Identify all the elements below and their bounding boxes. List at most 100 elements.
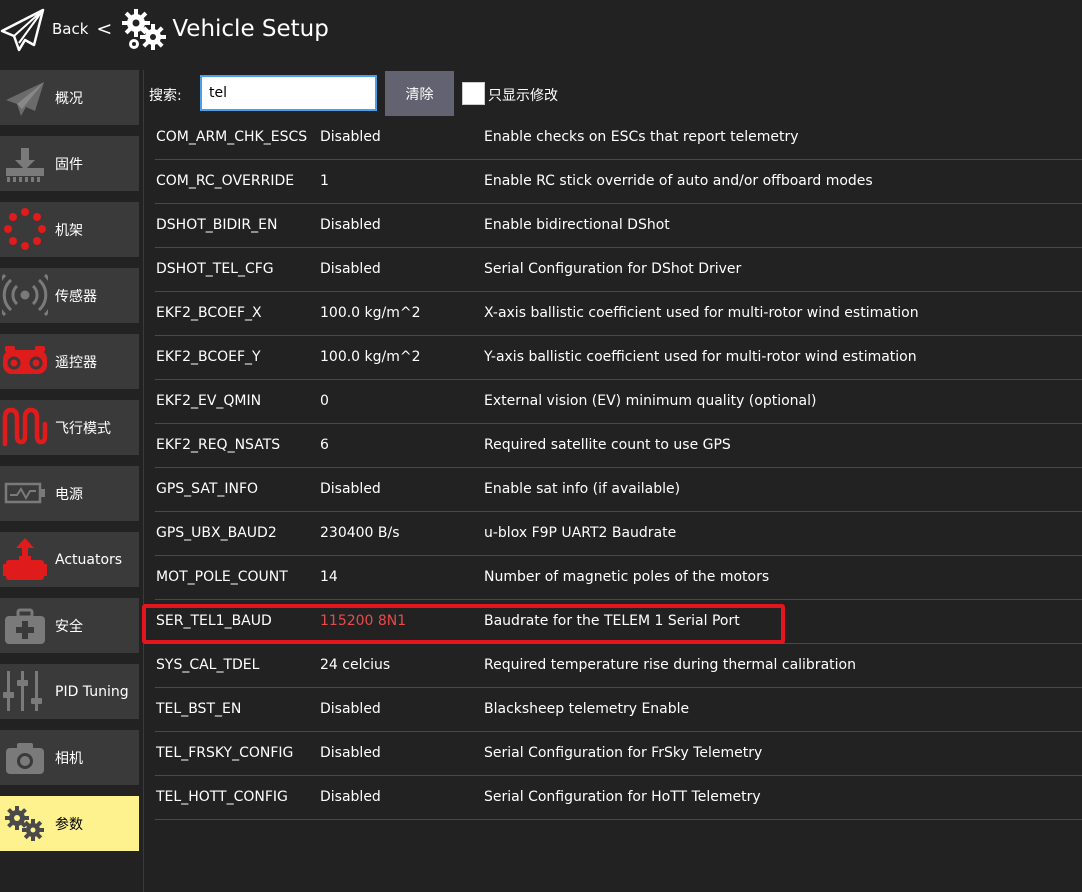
sidebar-item-label: 机架 [55, 222, 83, 239]
table-row[interactable]: EKF2_EV_QMIN 0 External vision (EV) mini… [155, 380, 1082, 424]
param-name: SYS_CAL_TDEL [156, 657, 260, 673]
table-row[interactable]: SYS_CAL_TDEL 24 celcius Required tempera… [155, 644, 1082, 688]
param-name: TEL_FRSKY_CONFIG [156, 745, 294, 761]
sidebar-item-pid-tuning[interactable]: PID Tuning [0, 664, 139, 719]
param-value: 100.0 kg/m^2 [320, 305, 421, 321]
sidebar-item-label: 传感器 [55, 288, 97, 305]
param-value: Disabled [320, 701, 381, 717]
param-value: Disabled [320, 789, 381, 805]
gears-icon [5, 806, 44, 841]
param-description: X-axis ballistic coefficient used for mu… [484, 305, 919, 321]
battery-icon [4, 482, 45, 504]
table-row[interactable]: MOT_POLE_COUNT 14 Number of magnetic pol… [155, 556, 1082, 600]
actuator-icon [3, 538, 47, 580]
param-value: Disabled [320, 129, 381, 145]
table-row[interactable]: COM_ARM_CHK_ESCS Disabled Enable checks … [155, 116, 1082, 160]
sidebar-item-power[interactable]: 电源 [0, 466, 139, 521]
table-row[interactable]: EKF2_BCOEF_Y 100.0 kg/m^2 Y-axis ballist… [155, 336, 1082, 380]
sidebar-item-camera[interactable]: 相机 [0, 730, 139, 785]
first-aid-kit-icon [5, 608, 45, 644]
table-row[interactable]: GPS_SAT_INFO Disabled Enable sat info (i… [155, 468, 1082, 512]
param-name: TEL_HOTT_CONFIG [156, 789, 288, 805]
airframe-dots-icon [4, 208, 46, 250]
sidebar-item-flight-modes[interactable]: 飞行模式 [0, 400, 139, 455]
param-description: Enable sat info (if available) [484, 481, 681, 497]
param-description: Enable bidirectional DShot [484, 217, 670, 233]
sidebar-item-parameters[interactable]: 参数 [0, 796, 139, 851]
sidebar-item-label: 参数 [55, 816, 83, 833]
table-row[interactable]: EKF2_REQ_NSATS 6 Required satellite coun… [155, 424, 1082, 468]
sidebar-item-sensors[interactable]: 传感器 [0, 268, 139, 323]
sidebar-item-label: 电源 [55, 486, 83, 503]
table-row[interactable]: SER_TEL1_BAUD 115200 8N1 Baudrate for th… [155, 600, 1082, 644]
paper-plane-icon [0, 8, 45, 52]
table-row[interactable]: DSHOT_TEL_CFG Disabled Serial Configurat… [155, 248, 1082, 292]
back-label: Back [52, 20, 89, 38]
sidebar-item-label: Actuators [55, 551, 123, 568]
param-name: GPS_SAT_INFO [156, 481, 259, 497]
modified-only-label: 只显示修改 [488, 88, 558, 104]
sidebar-item-radio[interactable]: 遥控器 [0, 334, 139, 389]
param-description: Serial Configuration for HoTT Telemetry [484, 789, 761, 805]
param-name: MOT_POLE_COUNT [156, 569, 288, 585]
table-row[interactable]: EKF2_BCOEF_X 100.0 kg/m^2 X-axis ballist… [155, 292, 1082, 336]
param-name: EKF2_BCOEF_X [156, 305, 262, 321]
param-value: Disabled [320, 481, 381, 497]
sidebar-item-label: 相机 [55, 750, 83, 767]
param-value: 0 [320, 393, 329, 409]
param-description: Enable checks on ESCs that report teleme… [484, 129, 799, 145]
table-row[interactable]: TEL_FRSKY_CONFIG Disabled Serial Configu… [155, 732, 1082, 776]
sidebar-item-airframe[interactable]: 机架 [0, 202, 139, 257]
param-description: Serial Configuration for FrSky Telemetry [484, 745, 763, 761]
search-input[interactable] [200, 75, 377, 111]
sidebar-item-label: 遥控器 [55, 354, 97, 371]
param-name: TEL_BST_EN [156, 701, 242, 717]
sidebar-item-summary[interactable]: 概况 [0, 70, 139, 125]
camera-icon [6, 743, 44, 774]
param-description: External vision (EV) minimum quality (op… [484, 393, 817, 409]
table-row[interactable]: TEL_BST_EN Disabled Blacksheep telemetry… [155, 688, 1082, 732]
sensor-waves-icon [2, 273, 48, 317]
table-row[interactable]: DSHOT_BIDIR_EN Disabled Enable bidirecti… [155, 204, 1082, 248]
sidebar-item-actuators[interactable]: Actuators [0, 532, 139, 587]
flight-mode-wave-icon [2, 407, 48, 447]
sliders-icon [3, 671, 42, 711]
sidebar-item-label: PID Tuning [55, 683, 129, 700]
back-button[interactable]: Back < [0, 5, 112, 53]
param-name: EKF2_EV_QMIN [156, 393, 262, 409]
param-name: DSHOT_BIDIR_EN [156, 217, 278, 233]
param-value: 1 [320, 173, 329, 189]
param-name: COM_RC_OVERRIDE [156, 173, 295, 189]
page-title: Vehicle Setup [172, 16, 329, 42]
param-description: Blacksheep telemetry Enable [484, 701, 690, 717]
param-description: Enable RC stick override of auto and/or … [484, 173, 873, 189]
table-row[interactable]: COM_RC_OVERRIDE 1 Enable RC stick overri… [155, 160, 1082, 204]
param-name: EKF2_BCOEF_Y [156, 349, 261, 365]
param-value-modified: 115200 8N1 [320, 613, 407, 629]
gears-icon [122, 9, 167, 50]
table-row[interactable]: TEL_HOTT_CONFIG Disabled Serial Configur… [155, 776, 1082, 820]
param-description: u-blox F9P UART2 Baudrate [484, 525, 677, 541]
search-label: 搜索: [149, 88, 182, 104]
param-description: Serial Configuration for DShot Driver [484, 261, 742, 277]
table-row[interactable]: GPS_UBX_BAUD2 230400 B/s u-blox F9P UART… [155, 512, 1082, 556]
paper-plane-icon [6, 82, 44, 116]
param-description: Y-axis ballistic coefficient used for mu… [484, 349, 917, 365]
param-name: EKF2_REQ_NSATS [156, 437, 281, 453]
param-value: 100.0 kg/m^2 [320, 349, 421, 365]
param-value: 24 celcius [320, 657, 391, 673]
param-value: 14 [320, 569, 338, 585]
sidebar-item-safety[interactable]: 安全 [0, 598, 139, 653]
sidebar-item-label: 固件 [55, 156, 83, 173]
param-value: 230400 B/s [320, 525, 400, 541]
clear-button[interactable]: 清除 [385, 71, 454, 116]
sidebar-item-firmware[interactable]: 固件 [0, 136, 139, 191]
param-value: Disabled [320, 745, 381, 761]
modified-only-checkbox[interactable] [462, 82, 485, 105]
sidebar-divider [143, 70, 144, 892]
param-value: Disabled [320, 261, 381, 277]
download-firmware-icon [6, 148, 44, 182]
sidebar-item-label: 概况 [55, 90, 83, 107]
header: Back < Vehicle Setup [0, 0, 1082, 58]
param-name: DSHOT_TEL_CFG [156, 261, 274, 277]
